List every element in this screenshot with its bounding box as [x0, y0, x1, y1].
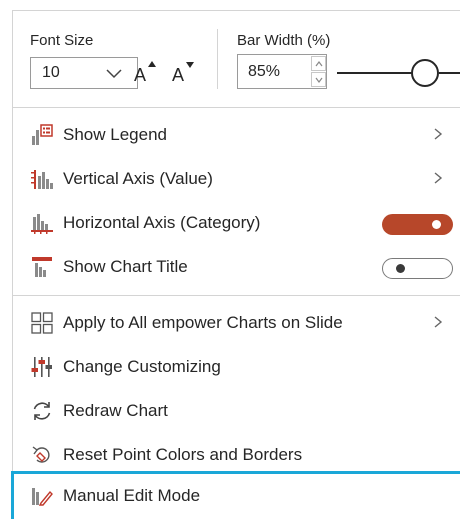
show-chart-title-label: Show Chart Title: [63, 257, 188, 276]
change-customizing-label: Change Customizing: [63, 357, 221, 376]
toggle-knob: [432, 220, 441, 229]
show-chart-title-toggle[interactable]: [382, 258, 453, 279]
horizontal-axis-label: Horizontal Axis (Category): [63, 213, 261, 232]
caret-down-icon: [186, 62, 194, 68]
header-divider: [217, 29, 218, 89]
decrease-font-icon: A: [172, 65, 185, 85]
change-customizing-item[interactable]: Change Customizing: [13, 345, 460, 389]
manual-edit-mode-item[interactable]: Manual Edit Mode: [11, 471, 460, 519]
show-legend-item[interactable]: Show Legend: [13, 113, 460, 157]
chart-options-panel: Font Size 10 A A Bar Width (%) 85% Show …: [11, 10, 460, 519]
bar-width-label: Bar Width (%): [237, 32, 331, 49]
chevron-right-icon: [434, 316, 443, 328]
manual-edit-mode-label: Manual Edit Mode: [63, 486, 201, 505]
chevron-down-icon: [315, 77, 323, 83]
vertical-axis-label: Vertical Axis (Value): [63, 169, 213, 188]
font-size-dropdown[interactable]: 10: [30, 57, 138, 89]
reset-point-colors-label: Reset Point Colors and Borders: [63, 445, 303, 464]
decrease-font-size-button[interactable]: A: [168, 61, 198, 89]
bar-width-input[interactable]: 85%: [237, 54, 327, 89]
refresh-icon: [33, 402, 51, 420]
toggle-knob: [396, 264, 405, 273]
reset-paint-icon: [32, 446, 50, 463]
sliders-icon: [31, 357, 52, 377]
apply-to-all-charts-item[interactable]: Apply to All empower Charts on Slide: [13, 301, 460, 345]
vertical-axis-icon: [31, 170, 53, 189]
horizontal-axis-toggle[interactable]: [382, 214, 453, 235]
bar-width-decrement-button[interactable]: [311, 72, 326, 87]
bar-width-slider-thumb[interactable]: [411, 59, 439, 87]
vertical-axis-item[interactable]: Vertical Axis (Value): [13, 157, 460, 201]
font-size-label: Font Size: [30, 32, 94, 49]
chevron-right-icon: [434, 128, 443, 140]
apply-to-all-charts-label: Apply to All empower Charts on Slide: [63, 313, 343, 332]
chevron-down-icon: [106, 69, 122, 79]
horizontal-axis-icon: [31, 214, 53, 234]
show-legend-label: Show Legend: [63, 125, 167, 144]
caret-up-icon: [148, 61, 156, 67]
chart-title-icon: [32, 257, 52, 277]
grid-icon: [31, 312, 53, 334]
separator: [13, 107, 460, 108]
bar-width-increment-button[interactable]: [311, 56, 326, 71]
horizontal-axis-item[interactable]: Horizontal Axis (Category): [13, 201, 460, 245]
increase-font-size-button[interactable]: A: [130, 61, 160, 89]
font-size-value: 10: [42, 64, 60, 81]
show-chart-title-item[interactable]: Show Chart Title: [13, 245, 460, 289]
chevron-up-icon: [315, 61, 323, 67]
bar-width-value: 85%: [248, 63, 281, 80]
redraw-chart-label: Redraw Chart: [63, 401, 168, 420]
bar-width-slider-track-end[interactable]: [439, 72, 460, 74]
chevron-right-icon: [434, 172, 443, 184]
legend-icon: [32, 124, 53, 145]
separator: [13, 295, 460, 296]
redraw-chart-item[interactable]: Redraw Chart: [13, 389, 460, 433]
increase-font-icon: A: [134, 65, 147, 85]
manual-edit-icon: [32, 488, 53, 506]
